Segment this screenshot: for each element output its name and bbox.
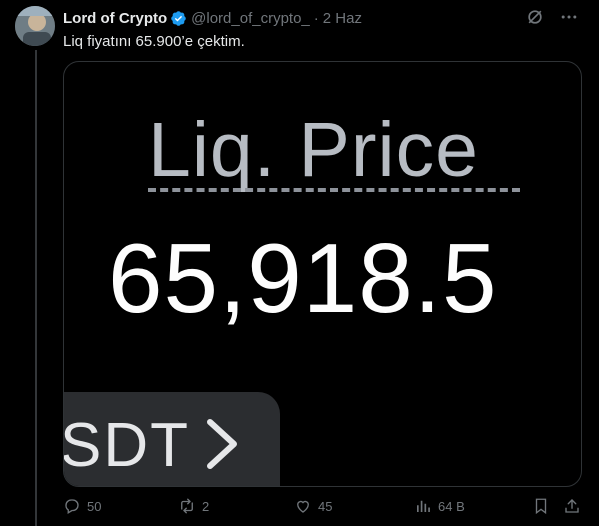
reply-count: 50 <box>87 498 102 514</box>
repost-icon <box>181 498 193 514</box>
media-dotted-underline <box>148 188 520 192</box>
bookmark-icon <box>535 498 547 515</box>
tweet-media[interactable]: Liq. Price 65,918.5 SDT <box>63 61 582 487</box>
thread-line <box>35 50 37 526</box>
tweet-text: Liq fiyatını 65.900’e çektim. <box>63 33 245 50</box>
views-icon <box>417 500 430 512</box>
tweet-header: Lord of Crypto @lord_of_crypto_ · 2 Haz <box>63 8 362 28</box>
media-liq-label: Liq. Price <box>148 107 479 193</box>
top-actions <box>525 7 579 27</box>
bookmark-button[interactable] <box>532 497 550 515</box>
media-button-text: SDT <box>63 411 190 480</box>
author-handle[interactable]: @lord_of_crypto_ <box>191 10 310 27</box>
media-price-value: 65,918.5 <box>108 223 498 333</box>
like-count: 45 <box>318 498 333 514</box>
more-icon[interactable] <box>559 7 579 27</box>
views-count: 64 B <box>438 498 465 514</box>
views-button[interactable]: 64 B <box>414 497 465 515</box>
author-name[interactable]: Lord of Crypto <box>63 10 167 27</box>
avatar[interactable] <box>15 6 55 46</box>
tweet-date[interactable]: 2 Haz <box>323 10 362 27</box>
like-button[interactable]: 45 <box>294 497 332 515</box>
grok-icon[interactable] <box>525 7 545 27</box>
repost-count: 2 <box>202 498 210 514</box>
share-icon <box>565 499 579 513</box>
share-button[interactable] <box>563 497 581 515</box>
repost-button[interactable]: 2 <box>178 497 209 515</box>
reply-icon <box>65 499 79 514</box>
chevron-right-icon <box>207 419 237 469</box>
reply-button[interactable]: 50 <box>63 497 101 515</box>
avatar-image <box>15 6 55 46</box>
separator-dot: · <box>313 9 319 27</box>
heart-icon <box>297 500 309 513</box>
tweet-actions: 50 2 45 64 B <box>63 497 584 517</box>
verified-badge-icon[interactable] <box>170 10 187 27</box>
